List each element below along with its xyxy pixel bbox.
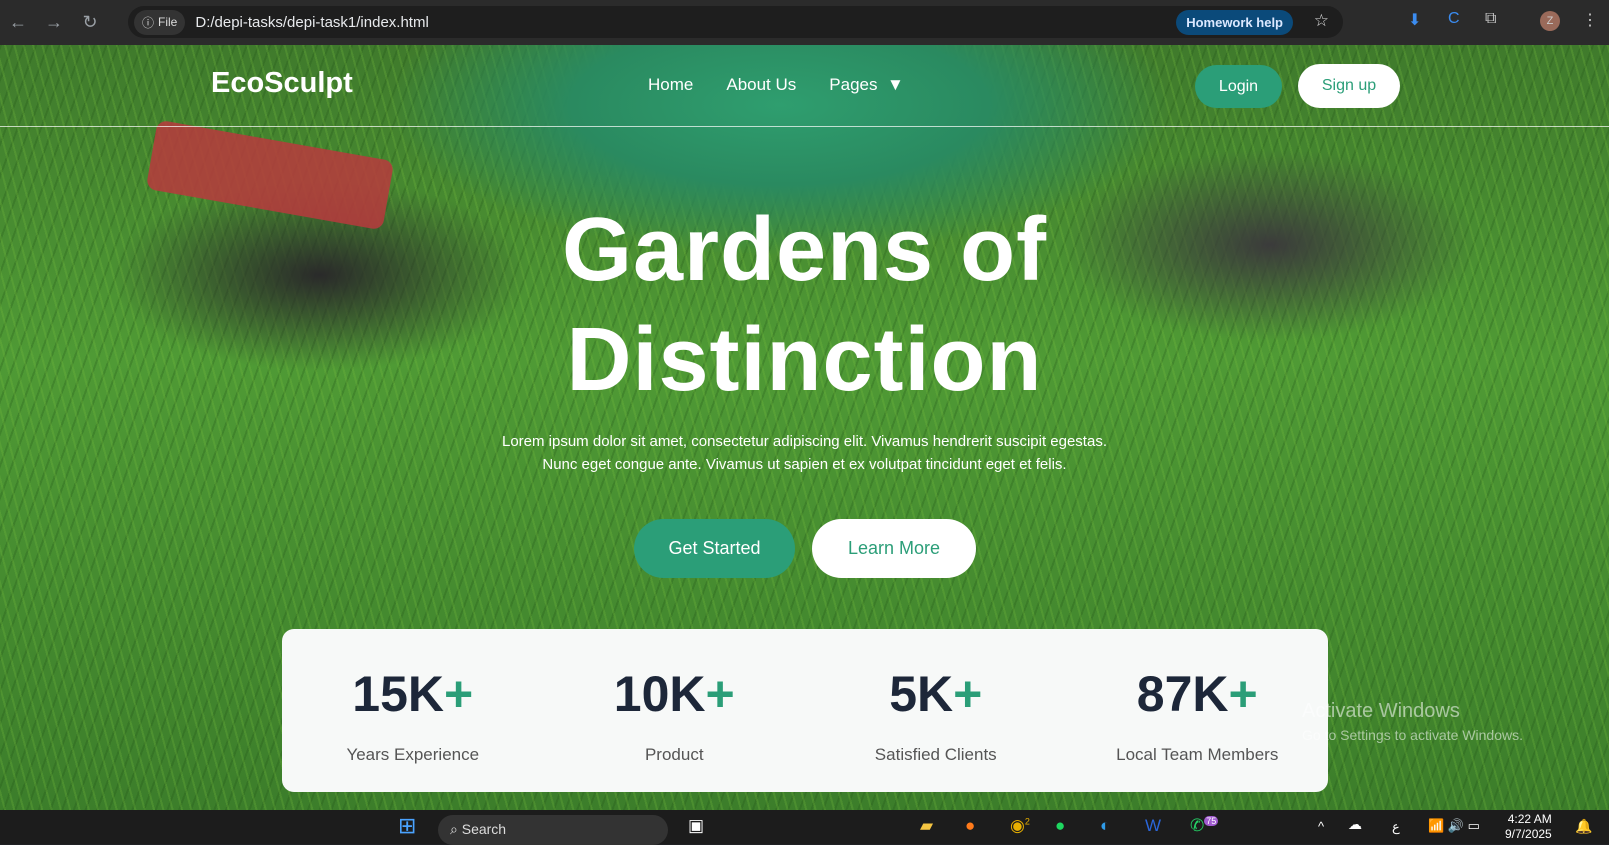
watermark-line-1: Activate Windows xyxy=(1302,700,1460,722)
get-started-button[interactable]: Get Started xyxy=(634,519,795,578)
nav-about[interactable]: About Us xyxy=(726,75,796,95)
chrome-icon[interactable]: ◉2 xyxy=(1010,816,1030,836)
taskbar-clock[interactable]: 4:22 AM 9/7/2025 xyxy=(1505,812,1552,842)
windows-start-icon[interactable]: ⊞ xyxy=(398,813,416,839)
address-bar[interactable]: ⓘ File D:/depi-tasks/depi-task1/index.htm… xyxy=(128,6,1343,38)
edge-icon[interactable]: ◐ xyxy=(1100,816,1110,836)
nav-home[interactable]: Home xyxy=(648,75,693,95)
signup-button[interactable]: Sign up xyxy=(1298,64,1400,108)
stat-plus: + xyxy=(705,666,735,722)
download-icon[interactable]: ⬇ xyxy=(1408,10,1421,30)
browser-toolbar: ← → ↻ ⓘ File D:/depi-tasks/depi-task1/ind… xyxy=(0,0,1609,45)
title-line-2: Distinction xyxy=(566,310,1043,410)
stat-item: 87K+ Local Team Members xyxy=(1067,629,1329,792)
forward-icon[interactable]: → xyxy=(36,12,72,33)
stat-item: 15K+ Years Experience xyxy=(282,629,544,792)
stat-label: Local Team Members xyxy=(1116,745,1279,764)
stat-plus: + xyxy=(953,666,983,722)
nav-pages[interactable]: Pages ▼ xyxy=(829,75,903,95)
stat-value: 15K xyxy=(352,666,445,722)
stat-plus: + xyxy=(444,666,474,722)
hero-title: Gardens of Distinction xyxy=(0,195,1609,415)
stat-value: 87K xyxy=(1136,666,1229,722)
whatsapp-icon[interactable]: ✆ 75 xyxy=(1190,816,1219,836)
chip-label: File xyxy=(158,15,178,29)
lead-line-1: Lorem ipsum dolor sit amet, consectetur … xyxy=(501,433,1107,450)
watermark-line-2: Go to Settings to activate Windows. xyxy=(1302,727,1523,743)
stat-label: Satisfied Clients xyxy=(874,745,997,764)
stat-plus: + xyxy=(1228,666,1258,722)
firefox-icon[interactable]: ● xyxy=(965,816,975,836)
hero-description: Lorem ipsum dolor sit amet, consectetur … xyxy=(0,430,1609,476)
stat-label: Years Experience xyxy=(346,745,480,764)
stat-value: 5K xyxy=(889,666,954,722)
onedrive-icon[interactable]: ☁ xyxy=(1348,816,1362,833)
search-label: Search xyxy=(461,821,507,837)
stat-item: 5K+ Satisfied Clients xyxy=(805,629,1067,792)
login-button[interactable]: Login xyxy=(1195,65,1282,108)
learn-more-button[interactable]: Learn More xyxy=(812,519,976,578)
tray-chevron-up-icon[interactable]: ^ xyxy=(1318,819,1324,834)
word-icon[interactable]: W xyxy=(1145,816,1161,836)
stat-value: 10K xyxy=(613,666,706,722)
file-explorer-icon[interactable]: ▰ xyxy=(920,816,933,836)
windows-taskbar: ⊞ ⌕ Search ▣ ▰ ● ◉2 ● ◐ W ✆ 75 ^ ☁ ع 📶 🔊 … xyxy=(0,810,1609,845)
activate-windows-watermark: Activate Windows Go to Settings to activa… xyxy=(1302,700,1523,743)
site-info-chip[interactable]: ⓘ File xyxy=(134,9,186,35)
lead-line-2: Nunc eget congue ante. Vivamus ut sapien… xyxy=(542,456,1067,473)
taskbar-search[interactable]: ⌕ Search xyxy=(438,815,668,845)
caret-down-icon: ▼ xyxy=(886,75,904,94)
chrome-badge: 2 xyxy=(1024,816,1030,827)
reload-icon[interactable]: ↻ xyxy=(72,12,108,33)
date: 9/7/2025 xyxy=(1505,827,1552,841)
time: 4:22 AM xyxy=(1507,812,1552,826)
back-icon[interactable]: ← xyxy=(0,12,36,33)
stats-card: 15K+ Years Experience 10K+ Product 5K+ Sati… xyxy=(282,629,1328,792)
menu-kebab-icon[interactable]: ⋮ xyxy=(1582,10,1598,30)
language-indicator[interactable]: ع xyxy=(1392,819,1400,835)
homework-help-button[interactable]: Homework help xyxy=(1176,10,1293,35)
profile-avatar[interactable]: Z xyxy=(1540,11,1560,31)
hero-section: EcoSculpt Home About Us Pages ▼ Login Si… xyxy=(0,45,1609,830)
task-view-icon[interactable]: ▣ xyxy=(688,816,704,836)
stat-label: Product xyxy=(644,745,704,764)
stat-item: 10K+ Product xyxy=(544,629,806,792)
title-line-1: Gardens of xyxy=(561,200,1048,300)
extension-c-icon[interactable]: C xyxy=(1448,10,1460,28)
spotify-icon[interactable]: ● xyxy=(1055,816,1065,836)
url-text[interactable]: D:/depi-tasks/depi-task1/index.html xyxy=(195,14,428,31)
bookmark-star-icon[interactable]: ☆ xyxy=(1314,11,1329,31)
logo[interactable]: EcoSculpt xyxy=(211,67,353,100)
notification-icon[interactable]: 🔔 xyxy=(1575,818,1592,835)
navbar: EcoSculpt Home About Us Pages ▼ Login Si… xyxy=(0,45,1609,127)
whatsapp-badge: 75 xyxy=(1204,816,1219,827)
nav-pages-label: Pages xyxy=(829,75,878,94)
info-icon: ⓘ xyxy=(142,15,155,30)
extensions-puzzle-icon[interactable]: ⧉ xyxy=(1485,10,1496,28)
wifi-volume-battery-icons[interactable]: 📶 🔊 ▭ xyxy=(1428,818,1480,834)
